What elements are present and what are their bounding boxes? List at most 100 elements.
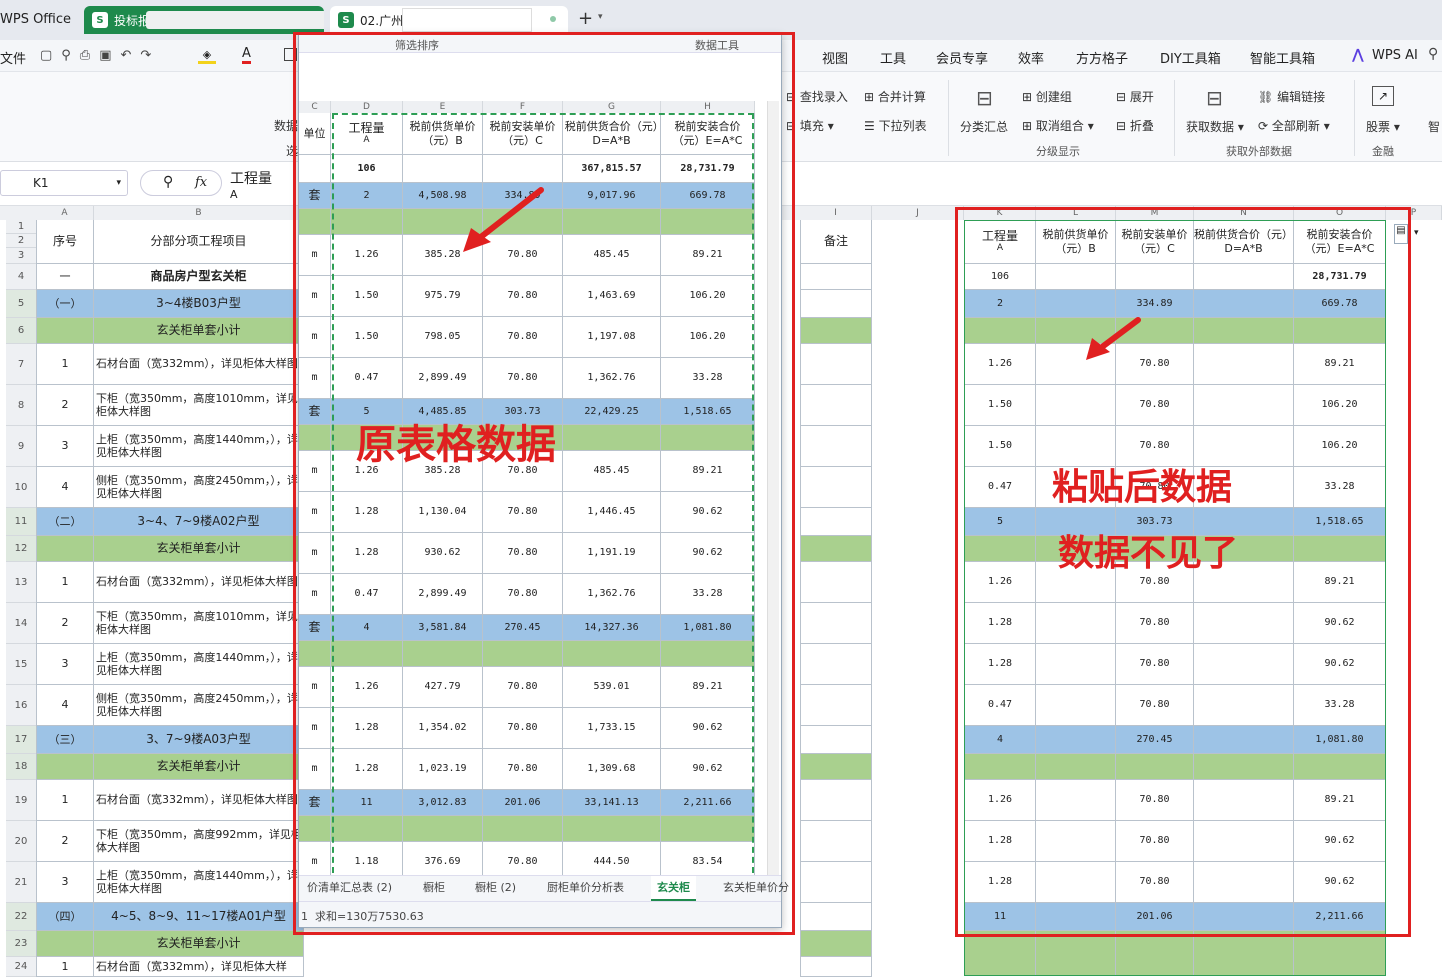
- unit-cell[interactable]: [299, 209, 331, 235]
- row-header-24[interactable]: 24: [6, 957, 36, 977]
- seq-cell[interactable]: [36, 536, 94, 562]
- document-tab-1[interactable]: S 投标报: [84, 6, 324, 34]
- remark-cell[interactable]: [800, 562, 872, 603]
- supply-price-cell[interactable]: 1,023.19: [403, 749, 483, 790]
- supply-price-cell[interactable]: [1036, 385, 1116, 426]
- fx-icon[interactable]: fx: [195, 175, 207, 190]
- item-title-cell[interactable]: 玄关柜单套小计: [94, 931, 304, 957]
- remark-cell[interactable]: [800, 931, 872, 957]
- remark-cell[interactable]: [800, 536, 872, 562]
- supply-total-cell[interactable]: [1194, 385, 1294, 426]
- qty-cell[interactable]: 2: [331, 183, 403, 209]
- install-total-cell[interactable]: 106.20: [661, 276, 755, 317]
- seq-cell[interactable]: [36, 754, 94, 780]
- row-header-18[interactable]: 18: [6, 754, 36, 780]
- qty-cell[interactable]: 0.47: [964, 467, 1036, 508]
- border-icon[interactable]: [284, 48, 297, 61]
- unit-cell[interactable]: 套: [299, 183, 331, 209]
- seq-cell[interactable]: 1: [36, 344, 94, 385]
- install-price-cell[interactable]: 70.80: [483, 708, 563, 749]
- install-total-cell[interactable]: 90.62: [1294, 603, 1386, 644]
- qty-cell[interactable]: 1.28: [964, 644, 1036, 685]
- font-color-icon[interactable]: A: [242, 46, 251, 64]
- filter-sort-label[interactable]: 筛选排序: [395, 37, 439, 53]
- install-total-cell[interactable]: 669.78: [661, 183, 755, 209]
- fill-color-icon[interactable]: ◈: [198, 48, 216, 64]
- unit-cell[interactable]: m: [299, 276, 331, 317]
- supply-total-cell[interactable]: 1,197.08: [563, 317, 661, 358]
- seq-cell[interactable]: 2: [36, 821, 94, 862]
- install-price-cell[interactable]: 70.80: [1116, 862, 1194, 903]
- qty-cell[interactable]: 0.47: [331, 574, 403, 615]
- seq-cell[interactable]: 3: [36, 644, 94, 685]
- supply-price-cell[interactable]: 2,899.49: [403, 574, 483, 615]
- qty-cell[interactable]: [331, 816, 403, 842]
- supply-total-cell[interactable]: [1194, 685, 1294, 726]
- remark-cell[interactable]: [800, 385, 872, 426]
- unit-cell[interactable]: m: [299, 574, 331, 615]
- menu-diy[interactable]: DIY工具箱: [1160, 48, 1221, 67]
- install-price-cell[interactable]: [1116, 264, 1194, 290]
- supply-price-cell[interactable]: [1036, 780, 1116, 821]
- install-total-cell[interactable]: [661, 425, 755, 451]
- data-tools-label[interactable]: 数据工具: [695, 37, 739, 53]
- supply-total-cell[interactable]: [563, 816, 661, 842]
- remark-cell[interactable]: [800, 467, 872, 508]
- column-header-i[interactable]: I: [800, 206, 872, 220]
- seq-cell[interactable]: （一）: [36, 290, 94, 318]
- remark-cell[interactable]: [800, 644, 872, 685]
- unit-cell[interactable]: [299, 816, 331, 842]
- column-header-a[interactable]: A: [36, 206, 94, 220]
- row-header-16[interactable]: 16: [6, 685, 36, 726]
- install-price-cell[interactable]: 201.06: [483, 790, 563, 816]
- supply-price-cell[interactable]: 798.05: [403, 317, 483, 358]
- refresh-all-button[interactable]: ⟳ 全部刷新 ▾: [1258, 117, 1330, 134]
- seq-cell[interactable]: [36, 318, 94, 344]
- create-group-button[interactable]: ⊞ 创建组: [1022, 88, 1072, 105]
- unit-cell[interactable]: m: [299, 842, 331, 875]
- supply-total-cell[interactable]: [1194, 780, 1294, 821]
- install-total-cell[interactable]: 1,518.65: [1294, 508, 1386, 536]
- seq-cell[interactable]: 3: [36, 426, 94, 467]
- row-header-4[interactable]: 4: [6, 264, 36, 290]
- remark-cell[interactable]: [800, 290, 872, 318]
- qty-cell[interactable]: 1.26: [964, 344, 1036, 385]
- install-price-cell[interactable]: 70.80: [483, 533, 563, 574]
- chevron-down-icon[interactable]: ▾: [1414, 228, 1419, 238]
- row-header-1[interactable]: 1: [6, 220, 36, 234]
- install-total-cell[interactable]: 90.62: [661, 749, 755, 790]
- supply-total-cell[interactable]: 485.45: [563, 235, 661, 276]
- supply-price-cell[interactable]: [1036, 821, 1116, 862]
- install-total-cell[interactable]: 83.54: [661, 842, 755, 875]
- ungroup-button[interactable]: ⊞ 取消组合 ▾: [1022, 117, 1094, 134]
- install-total-cell[interactable]: 2,211.66: [1294, 903, 1386, 931]
- install-total-cell[interactable]: 106.20: [661, 317, 755, 358]
- install-total-cell[interactable]: 90.62: [661, 492, 755, 533]
- seq-cell[interactable]: 2: [36, 603, 94, 644]
- row-header-23[interactable]: 23: [6, 931, 36, 957]
- popup-column-header[interactable]: H: [661, 101, 755, 113]
- row-header-12[interactable]: 12: [6, 536, 36, 562]
- expand-button[interactable]: ⊟ 展开: [1116, 88, 1154, 105]
- supply-total-cell[interactable]: [563, 641, 661, 667]
- merge-calc-button[interactable]: ⊞ 合并计算: [864, 88, 926, 105]
- supply-total-cell[interactable]: [1194, 603, 1294, 644]
- install-total-cell[interactable]: 90.62: [1294, 821, 1386, 862]
- remark-cell[interactable]: [800, 264, 872, 290]
- install-total-cell[interactable]: 90.62: [1294, 862, 1386, 903]
- pasted-column-header[interactable]: O: [1294, 206, 1386, 220]
- supply-total-cell[interactable]: 33,141.13: [563, 790, 661, 816]
- popup-column-header[interactable]: D: [331, 101, 403, 113]
- unit-cell[interactable]: m: [299, 358, 331, 399]
- pasted-column-header[interactable]: L: [1036, 206, 1116, 220]
- qty-cell[interactable]: [964, 318, 1036, 344]
- pasted-column-header[interactable]: M: [1116, 206, 1194, 220]
- install-total-cell[interactable]: [1294, 536, 1386, 562]
- qty-cell[interactable]: 11: [964, 903, 1036, 931]
- item-description-cell[interactable]: 下柜（宽350mm，高度1010mm，详见柜体大样图: [94, 385, 304, 426]
- item-description-cell[interactable]: 上柜（宽350mm，高度1440mm，），详见柜体大样图: [94, 426, 304, 467]
- qty-cell[interactable]: 1.50: [331, 276, 403, 317]
- install-total-cell[interactable]: 89.21: [661, 235, 755, 276]
- item-description-cell[interactable]: 下柜（宽350mm，高度992mm，详见柜体大样图: [94, 821, 304, 862]
- row-header-8[interactable]: 8: [6, 385, 36, 426]
